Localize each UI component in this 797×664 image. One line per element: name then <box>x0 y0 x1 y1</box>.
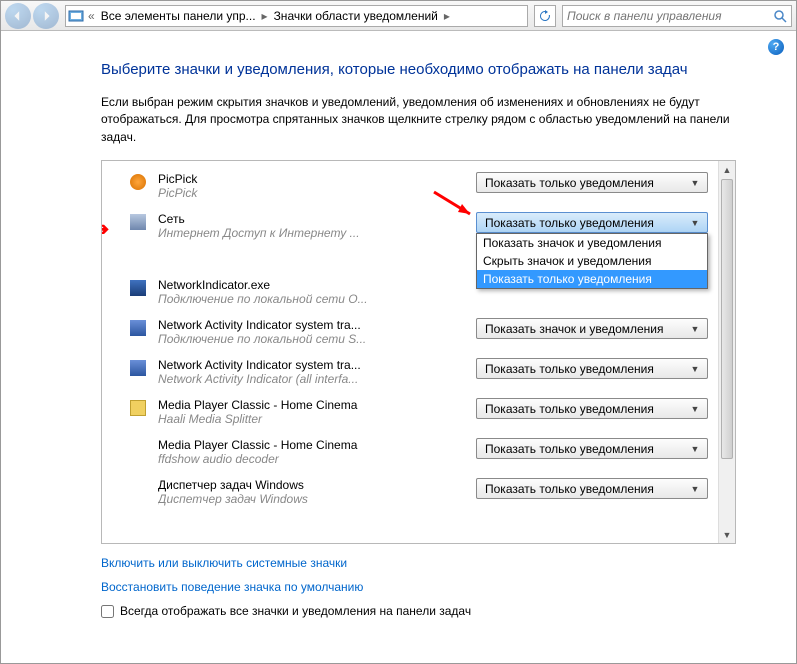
dropdown-option[interactable]: Скрыть значок и уведомления <box>477 252 707 270</box>
app-icon <box>130 440 146 456</box>
app-icon <box>130 480 146 496</box>
always-show-row: Всегда отображать все значки и уведомлен… <box>101 604 736 618</box>
app-icon <box>130 360 146 376</box>
chevron-down-icon: ▼ <box>687 324 703 334</box>
breadcrumb-part2[interactable]: Значки области уведомлений <box>270 9 442 23</box>
behavior-select[interactable]: Показать значок и уведомления ▼ <box>476 318 708 339</box>
dropdown-option[interactable]: Показать значок и уведомления <box>477 234 707 252</box>
help-icon[interactable]: ? <box>768 39 784 55</box>
behavior-select[interactable]: Показать только уведомления ▼ <box>476 358 708 379</box>
item-name: Media Player Classic - Home Cinema <box>158 398 476 412</box>
control-panel-icon <box>68 8 84 24</box>
footer-links: Включить или выключить системные значки … <box>101 544 736 594</box>
list-item: Media Player Classic - Home Cinema Haali… <box>102 393 718 433</box>
breadcrumb[interactable]: « Все элементы панели упр... ▸ Значки об… <box>65 5 528 27</box>
item-desc: PicPick <box>158 186 476 200</box>
app-icon <box>130 280 146 296</box>
search-box[interactable] <box>562 5 792 27</box>
forward-button[interactable] <box>33 3 59 29</box>
list-item: Диспетчер задач Windows Диспетчер задач … <box>102 473 718 513</box>
always-show-label: Всегда отображать все значки и уведомлен… <box>120 604 471 618</box>
scroll-up-icon[interactable]: ▲ <box>719 161 735 178</box>
item-desc: Подключение по локальной сети O... <box>158 292 476 306</box>
list-item: PicPick PicPick Показать только уведомле… <box>102 167 718 207</box>
chevron-down-icon: ▼ <box>687 484 703 494</box>
app-icon <box>130 400 146 416</box>
back-button[interactable] <box>5 3 31 29</box>
behavior-select[interactable]: Показать только уведомления ▼ <box>476 438 708 459</box>
item-desc: Network Activity Indicator (all interfa.… <box>158 372 476 386</box>
item-name: Network Activity Indicator system tra... <box>158 318 476 332</box>
item-name: Диспетчер задач Windows <box>158 478 476 492</box>
chevron-down-icon: ▼ <box>687 218 703 228</box>
chevron-down-icon: ▼ <box>687 364 703 374</box>
list-item: Network Activity Indicator system tra...… <box>102 313 718 353</box>
search-input[interactable] <box>567 9 773 23</box>
list-item: Network Activity Indicator system tra...… <box>102 353 718 393</box>
content-area: ? Выберите значки и уведомления, которые… <box>1 31 796 628</box>
item-desc: Подключение по локальной сети S... <box>158 332 476 346</box>
always-show-checkbox[interactable] <box>101 605 114 618</box>
item-desc: ffdshow audio decoder <box>158 452 476 466</box>
breadcrumb-chevron-icon[interactable]: ▸ <box>260 9 270 23</box>
page-description: Если выбран режим скрытия значков и увед… <box>101 94 736 146</box>
list-item: ➔ Сеть Интернет Доступ к Интернету ... П… <box>102 207 718 247</box>
item-list: PicPick PicPick Показать только уведомле… <box>102 161 718 519</box>
arrow-right-icon <box>40 10 52 22</box>
behavior-select[interactable]: Показать только уведомления ▼ <box>476 398 708 419</box>
breadcrumb-sep: « <box>86 9 97 23</box>
item-desc: Интернет Доступ к Интернету ... <box>158 226 476 240</box>
list-item: Media Player Classic - Home Cinema ffdsh… <box>102 433 718 473</box>
item-name: NetworkIndicator.exe <box>158 278 476 292</box>
page-title: Выберите значки и уведомления, которые н… <box>101 59 736 80</box>
item-name: Network Activity Indicator system tra... <box>158 358 476 372</box>
system-icons-link[interactable]: Включить или выключить системные значки <box>101 556 736 570</box>
scrollbar[interactable]: ▲ ▼ <box>718 161 735 543</box>
app-icon <box>130 174 146 190</box>
item-name: Media Player Classic - Home Cinema <box>158 438 476 452</box>
scroll-down-icon[interactable]: ▼ <box>719 526 735 543</box>
breadcrumb-part1[interactable]: Все элементы панели упр... <box>97 9 260 23</box>
item-desc: Диспетчер задач Windows <box>158 492 476 506</box>
search-icon <box>773 9 787 23</box>
chevron-down-icon: ▼ <box>687 444 703 454</box>
refresh-button[interactable] <box>534 5 556 27</box>
app-icon <box>130 320 146 336</box>
scroll-thumb[interactable] <box>721 179 733 459</box>
behavior-select[interactable]: Показать только уведомления ▼ Показать з… <box>476 212 708 233</box>
toolbar: « Все элементы панели упр... ▸ Значки об… <box>1 1 796 31</box>
icons-panel: PicPick PicPick Показать только уведомле… <box>101 160 736 544</box>
behavior-select[interactable]: Показать только уведомления ▼ <box>476 172 708 193</box>
annotation-arrow-icon: ➔ <box>101 219 109 240</box>
item-name: PicPick <box>158 172 476 186</box>
arrow-left-icon <box>12 10 24 22</box>
refresh-icon <box>539 10 551 22</box>
chevron-down-icon: ▼ <box>687 178 703 188</box>
chevron-down-icon: ▼ <box>687 404 703 414</box>
dropdown-option[interactable]: Показать только уведомления <box>477 270 707 288</box>
network-icon <box>130 214 146 230</box>
item-desc: Haali Media Splitter <box>158 412 476 426</box>
item-name: Сеть <box>158 212 476 226</box>
restore-defaults-link[interactable]: Восстановить поведение значка по умолчан… <box>101 580 736 594</box>
dropdown-menu: Показать значок и уведомления Скрыть зна… <box>476 233 708 289</box>
breadcrumb-chevron-icon[interactable]: ▸ <box>442 9 452 23</box>
behavior-select[interactable]: Показать только уведомления ▼ <box>476 478 708 499</box>
